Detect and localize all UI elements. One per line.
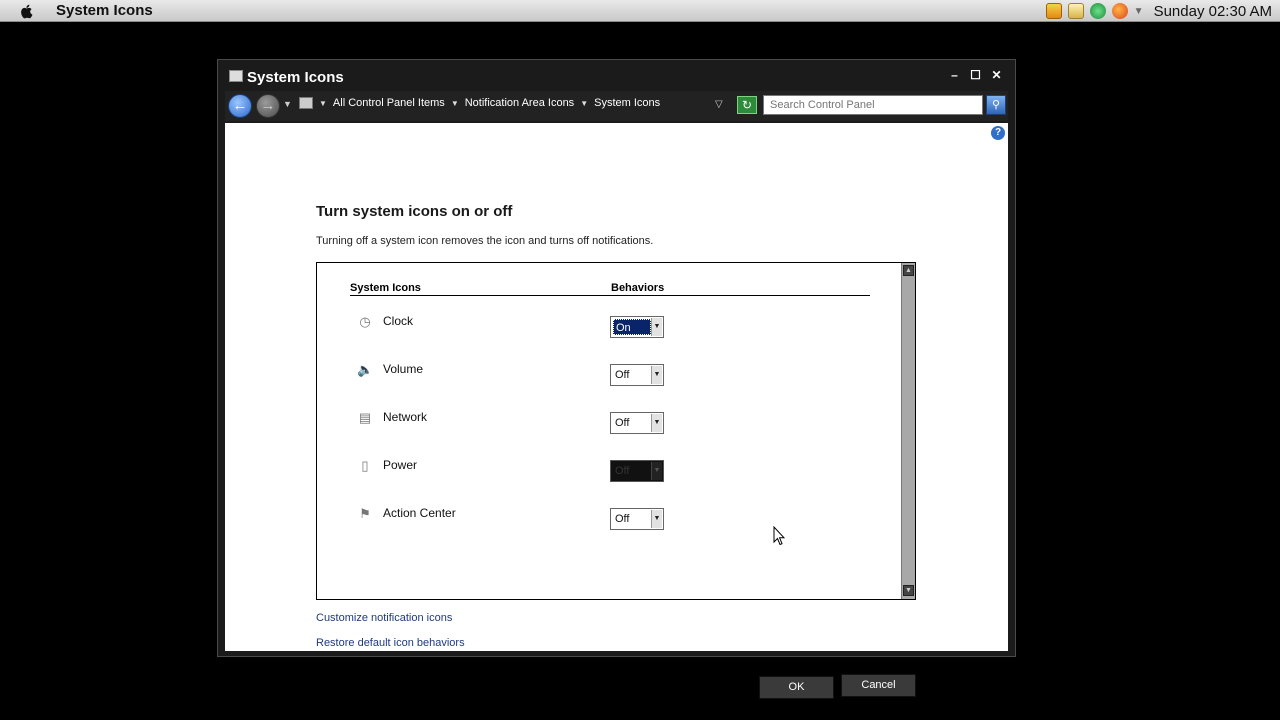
window-controls: – ☐ ✕ (946, 68, 1005, 83)
vertical-scrollbar[interactable]: ▲ ▼ (901, 263, 915, 599)
refresh-icon[interactable]: ↻ (737, 96, 757, 114)
content-pane: ? Turn system icons on or off Turning of… (225, 123, 1008, 699)
system-icons-window: System Icons – ☐ ✕ ← → ▼ ▼ All Control P… (217, 59, 1016, 699)
restore-default-behaviors-link[interactable]: Restore default icon behaviors (316, 637, 465, 649)
chevron-down-icon[interactable]: ▼ (651, 318, 662, 336)
row-label-action-center: Action Center (383, 506, 456, 520)
media-icon[interactable] (1045, 3, 1062, 19)
row-label-volume: Volume (383, 362, 424, 376)
address-dropdown[interactable]: ▽ (715, 99, 723, 110)
clock-behavior-select[interactable]: On ▼ (610, 316, 664, 338)
row-label-power: Power (383, 458, 418, 472)
system-icons-list: System Icons Behaviors ◷ Clock On ▼ 🔈 Vo… (316, 262, 916, 600)
volume-behavior-select[interactable]: Off ▼ (610, 364, 664, 386)
search-icon[interactable]: ⚲ (986, 95, 1006, 115)
scroll-up-button[interactable]: ▲ (903, 265, 914, 276)
chevron-down-icon[interactable]: ▼ (580, 99, 588, 108)
breadcrumb-system-icons[interactable]: System Icons (594, 97, 660, 109)
page-description: Turning off a system icon removes the ic… (316, 235, 654, 247)
apple-icon[interactable] (18, 2, 36, 20)
ok-button[interactable]: OK (759, 676, 834, 699)
clock-icon: ◷ (359, 314, 371, 329)
search-input[interactable] (763, 95, 983, 115)
chevron-down-icon: ▼ (651, 462, 662, 480)
select-value: Off (615, 513, 630, 525)
chevron-down-icon[interactable]: ▼ (451, 99, 459, 108)
breadcrumb: ▼ All Control Panel Items ▼ Notification… (299, 97, 660, 109)
breadcrumb-notification-area-icons[interactable]: Notification Area Icons (465, 97, 574, 109)
close-button[interactable]: ✕ (988, 68, 1005, 83)
page-title: Turn system icons on or off (316, 203, 513, 220)
folder-icon[interactable] (1067, 3, 1084, 19)
network-behavior-select[interactable]: Off ▼ (610, 412, 664, 434)
breadcrumb-all-control-panel-items[interactable]: All Control Panel Items (333, 97, 445, 109)
power-behavior-select: Off ▼ (610, 460, 664, 482)
minimize-button[interactable]: – (946, 68, 963, 83)
column-header-system-icons: System Icons (350, 282, 421, 294)
messenger-icon[interactable] (1089, 3, 1106, 19)
navigation-bar: ← → ▼ ▼ All Control Panel Items ▼ Notifi… (225, 91, 1008, 121)
flag-icon: ⚑ (359, 506, 371, 521)
menubar-clock[interactable]: Sunday 02:30 AM (1154, 3, 1272, 20)
chevron-down-icon[interactable]: ▼ (651, 414, 662, 432)
chevron-down-icon[interactable]: ▼ (651, 366, 662, 384)
app-menu-title[interactable]: System Icons (56, 2, 153, 19)
window-title: System Icons (247, 69, 344, 86)
chevron-down-icon[interactable]: ▼ (651, 510, 662, 528)
help-icon[interactable]: ? (991, 126, 1005, 140)
chevron-down-icon[interactable]: ▼ (319, 99, 327, 108)
back-button[interactable]: ← (228, 94, 252, 118)
column-header-behaviors: Behaviors (611, 282, 665, 294)
select-value: Off (615, 417, 630, 429)
forward-button[interactable]: → (256, 94, 280, 118)
network-icon: ▤ (358, 410, 372, 425)
firefox-icon[interactable] (1111, 3, 1128, 19)
maximize-button[interactable]: ☐ (967, 68, 984, 83)
menu-bar: System Icons ▼ Sunday 02:30 AM (0, 0, 1280, 22)
select-value: Off (615, 369, 630, 381)
volume-icon: 🔈 (357, 362, 374, 377)
row-label-network: Network (383, 410, 428, 424)
scroll-down-button[interactable]: ▼ (903, 585, 914, 596)
row-label-clock: Clock (383, 314, 414, 328)
control-panel-icon[interactable] (299, 97, 313, 109)
customize-notification-icons-link[interactable]: Customize notification icons (316, 612, 452, 624)
control-panel-icon (229, 70, 243, 82)
title-bar[interactable]: System Icons – ☐ ✕ (218, 60, 1015, 90)
power-icon: ▯ (361, 458, 369, 473)
mouse-cursor-icon (773, 526, 785, 546)
select-value: Off (615, 465, 630, 477)
header-divider (350, 295, 870, 296)
action-center-behavior-select[interactable]: Off ▼ (610, 508, 664, 530)
chevron-down-icon[interactable]: ▼ (1134, 6, 1144, 17)
recent-pages-dropdown[interactable]: ▼ (283, 99, 292, 109)
status-tray: ▼ Sunday 02:30 AM (1045, 2, 1272, 20)
select-value: On (613, 319, 651, 335)
cancel-button[interactable]: Cancel (841, 674, 916, 697)
